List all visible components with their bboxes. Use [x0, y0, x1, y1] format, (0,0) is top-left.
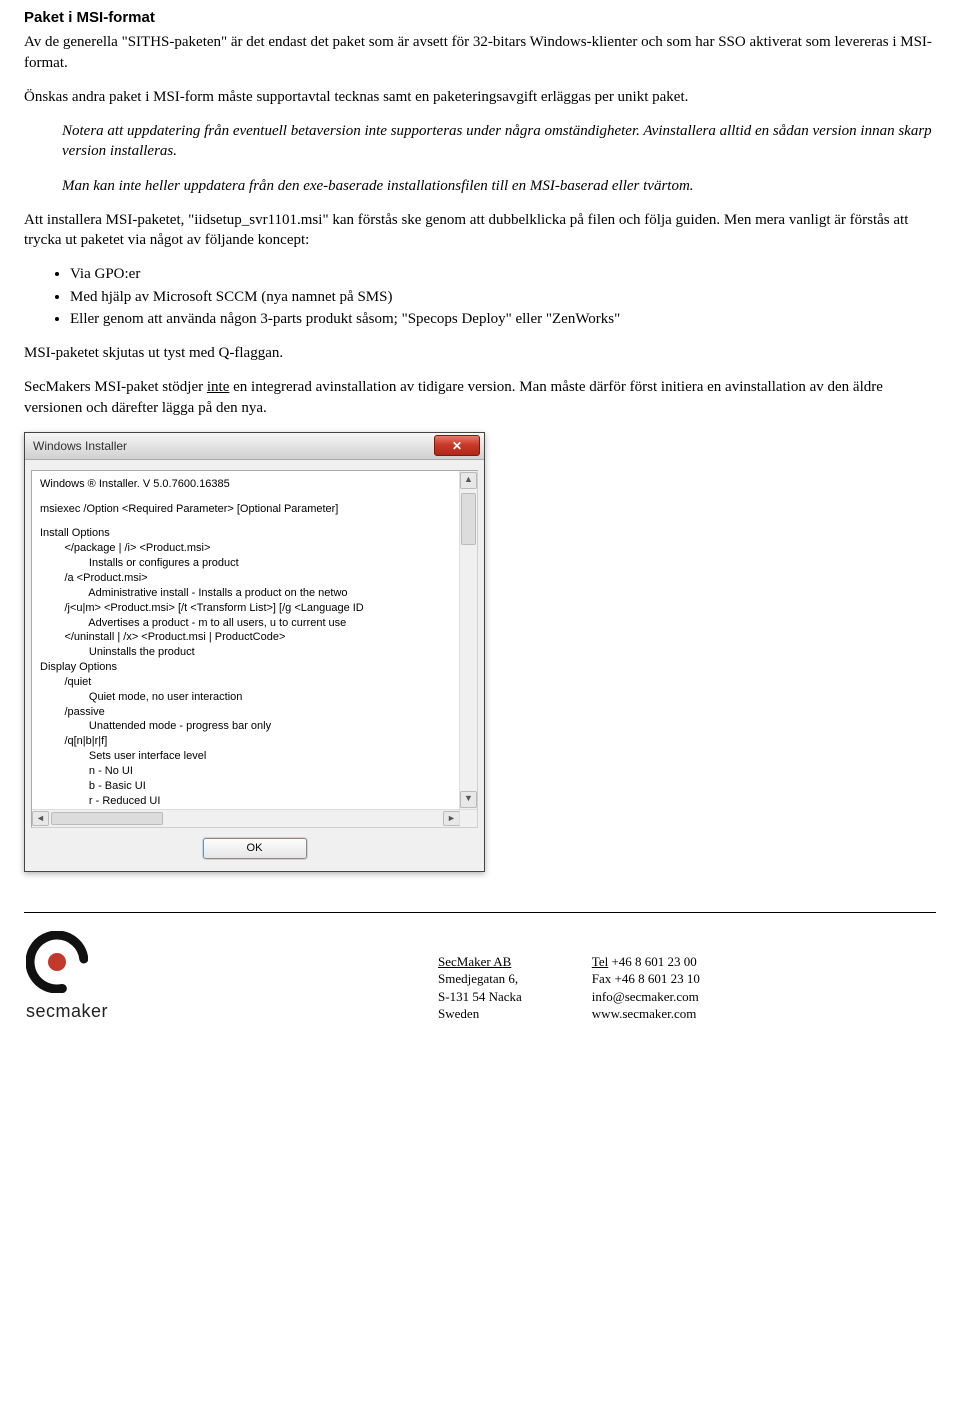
help-line: r - Reduced UI: [40, 794, 456, 809]
text: SecMakers MSI-paket stödjer: [24, 379, 207, 395]
scroll-thumb[interactable]: [51, 812, 163, 825]
scroll-thumb[interactable]: [461, 493, 476, 545]
scroll-right-icon[interactable]: ►: [443, 811, 460, 826]
bullet-list: Via GPO:er Med hjälp av Microsoft SCCM (…: [24, 264, 936, 329]
close-button[interactable]: ✕: [434, 435, 480, 456]
page-footer: secmaker SecMaker AB Smedjegatan 6, S-13…: [24, 931, 936, 1023]
text: Tel: [592, 954, 608, 969]
text: www.secmaker.com: [592, 1005, 700, 1023]
dialog-body: Windows ® Installer. V 5.0.7600.16385 ms…: [25, 460, 484, 871]
list-item: Eller genom att använda någon 3-parts pr…: [70, 309, 936, 329]
paragraph: Att installera MSI-paketet, "iidsetup_sv…: [24, 210, 936, 251]
paragraph: Av de generella "SITHS-paketen" är det e…: [24, 32, 936, 73]
help-line: msiexec /Option <Required Parameter> [Op…: [40, 502, 456, 517]
emphasis-underline: inte: [207, 379, 230, 395]
help-line: Windows ® Installer. V 5.0.7600.16385: [40, 477, 456, 492]
text: +46 8 601 23 10: [611, 971, 700, 986]
help-line: /j<u|m> <Product.msi> [/t <Transform Lis…: [40, 601, 456, 616]
scroll-up-icon[interactable]: ▲: [460, 472, 477, 489]
titlebar[interactable]: Windows Installer ✕: [25, 433, 484, 460]
help-line: </package | /i> <Product.msi>: [40, 541, 456, 556]
note-block: Notera att uppdatering från eventuell be…: [62, 121, 936, 196]
text: Sweden: [438, 1005, 522, 1023]
text: Fax: [592, 971, 612, 986]
help-line: Unattended mode - progress bar only: [40, 719, 456, 734]
logo: secmaker: [24, 931, 108, 1023]
logo-icon: [26, 931, 88, 993]
blank-line: [40, 516, 456, 526]
divider: [24, 912, 936, 913]
horizontal-scrollbar[interactable]: ◄ ►: [32, 809, 460, 827]
vertical-scrollbar[interactable]: ▲ ▼: [459, 471, 477, 810]
paragraph: SecMakers MSI-paket stödjer inte en inte…: [24, 377, 936, 418]
list-item: Via GPO:er: [70, 264, 936, 284]
close-icon: ✕: [452, 438, 462, 454]
note-paragraph: Man kan inte heller uppdatera från den e…: [62, 176, 936, 196]
text: +46 8 601 23 00: [608, 954, 697, 969]
help-line: Administrative install - Installs a prod…: [40, 586, 456, 601]
help-line: Installs or configures a product: [40, 556, 456, 571]
help-line: Sets user interface level: [40, 749, 456, 764]
footer-contact: Tel +46 8 601 23 00 Fax +46 8 601 23 10 …: [592, 953, 700, 1023]
help-line: /passive: [40, 705, 456, 720]
text: Smedjegatan 6,: [438, 970, 522, 988]
help-line: /q[n|b|r|f]: [40, 734, 456, 749]
help-line: Advertises a product - m to all users, u…: [40, 616, 456, 631]
brand-name: secmaker: [26, 999, 108, 1023]
footer-address: SecMaker AB Smedjegatan 6, S-131 54 Nack…: [438, 953, 522, 1023]
list-item: Med hjälp av Microsoft SCCM (nya namnet …: [70, 287, 936, 307]
help-line: n - No UI: [40, 764, 456, 779]
help-line: /quiet: [40, 675, 456, 690]
scroll-track[interactable]: [51, 812, 201, 825]
scroll-down-icon[interactable]: ▼: [460, 791, 477, 808]
help-line: Install Options: [40, 526, 456, 541]
windows-installer-dialog: Windows Installer ✕ Windows ® Installer.…: [24, 432, 485, 872]
blank-line: [40, 492, 456, 502]
paragraph: MSI-paketet skjutas ut tyst med Q-flagga…: [24, 343, 936, 363]
help-line: Quiet mode, no user interaction: [40, 690, 456, 705]
help-line: Display Options: [40, 660, 456, 675]
scroll-corner: [459, 809, 477, 827]
help-line: Uninstalls the product: [40, 645, 456, 660]
text: SecMaker AB: [438, 954, 511, 969]
note-paragraph: Notera att uppdatering från eventuell be…: [62, 121, 936, 162]
section-heading: Paket i MSI-format: [24, 8, 936, 28]
help-textarea[interactable]: Windows ® Installer. V 5.0.7600.16385 ms…: [31, 470, 478, 828]
help-line: </uninstall | /x> <Product.msi | Product…: [40, 630, 456, 645]
paragraph: Önskas andra paket i MSI-form måste supp…: [24, 87, 936, 107]
help-line: b - Basic UI: [40, 779, 456, 794]
text: S-131 54 Nacka: [438, 988, 522, 1006]
help-line: /a <Product.msi>: [40, 571, 456, 586]
scroll-left-icon[interactable]: ◄: [32, 811, 49, 826]
help-content: Windows ® Installer. V 5.0.7600.16385 ms…: [32, 471, 460, 810]
text: info@secmaker.com: [592, 988, 700, 1006]
window-title: Windows Installer: [33, 438, 434, 454]
ok-button[interactable]: OK: [203, 838, 307, 859]
